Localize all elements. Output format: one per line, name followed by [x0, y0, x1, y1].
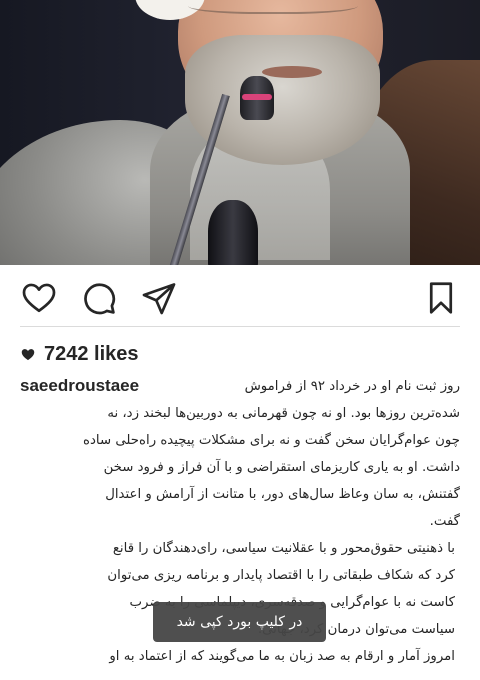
photo-mouth — [262, 66, 322, 78]
caption-line: گفت. — [429, 514, 460, 529]
caption-line: امروز آمار و ارقام به صد زبان به ما می‌گ… — [109, 649, 455, 664]
comment-bubble-icon — [84, 283, 116, 315]
action-divider — [20, 326, 460, 327]
bookmark-icon — [429, 282, 453, 314]
caption-line: چون عوام‌گرایان سخن گفت و نه برای مشکلات… — [83, 433, 460, 448]
photo-microphone-ring — [242, 94, 272, 100]
comment-button[interactable] — [79, 278, 119, 318]
caption-line: روز ثبت نام او در خرداد ۹۲ از فراموش — [244, 379, 460, 394]
caption-line: با ذهنیتی حقوق‌محور و با عقلانیت سیاسی، … — [112, 541, 455, 556]
clipboard-toast: در کلیپ بورد کپی شد — [153, 602, 326, 642]
heart-filled-icon — [21, 348, 35, 360]
photo-glasses — [188, 0, 358, 14]
like-button[interactable] — [19, 278, 59, 318]
post-photo[interactable] — [0, 0, 480, 265]
heart-outline-icon — [22, 283, 56, 313]
likes-row[interactable]: 7242 likes — [20, 341, 139, 367]
paper-plane-icon — [142, 283, 176, 315]
post-action-bar — [0, 268, 480, 326]
likes-count: 7242 likes — [44, 342, 139, 365]
caption-line: کرد که شکاف طبقاتی را با اقتصاد پایدار و… — [107, 568, 455, 583]
photo-microphone-lower — [208, 200, 258, 265]
caption-line: گفتنش، به سان وعاظ سال‌های دور، با متانت… — [105, 487, 460, 502]
share-button[interactable] — [139, 278, 179, 318]
save-button[interactable] — [421, 278, 461, 318]
caption-line: شده‌ترین روزها بود. او نه چون قهرمانی به… — [107, 406, 460, 421]
caption-line: داشت. او به یاری کاریزمای استقراضی و با … — [103, 460, 460, 475]
caption-username[interactable]: saeedroustaee — [20, 376, 139, 396]
